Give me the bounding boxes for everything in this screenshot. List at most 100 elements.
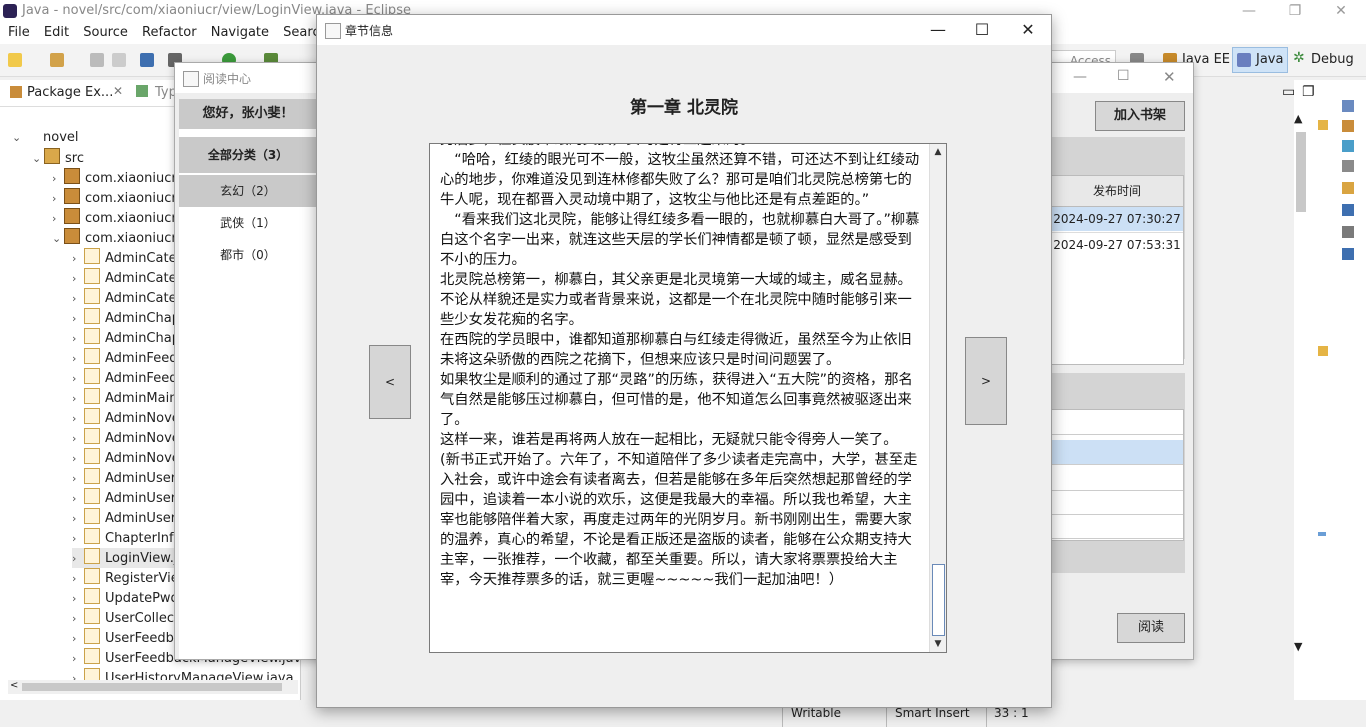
expand-icon[interactable]: › bbox=[72, 269, 84, 289]
scroll-left-icon[interactable]: < bbox=[10, 680, 18, 691]
minimize-view-icon[interactable]: ▭ bbox=[1282, 84, 1295, 100]
expand-icon[interactable]: › bbox=[72, 289, 84, 309]
expand-icon[interactable]: ⌄ bbox=[12, 128, 24, 148]
restore-button[interactable]: ❐ bbox=[1272, 0, 1318, 22]
rc-close-button[interactable]: ✕ bbox=[1163, 68, 1176, 86]
maximize-view-icon[interactable]: ❐ bbox=[1302, 84, 1315, 100]
tree-item[interactable]: › com.xiaoniucr.c bbox=[52, 168, 187, 188]
menu-navigate[interactable]: Navigate bbox=[211, 22, 269, 44]
tree-item[interactable]: › ChapterInfo bbox=[72, 528, 182, 548]
expand-icon[interactable]: › bbox=[72, 409, 84, 429]
expand-icon[interactable]: › bbox=[72, 329, 84, 349]
list-item[interactable] bbox=[1051, 490, 1183, 515]
previous-chapter-button[interactable]: < bbox=[369, 345, 411, 419]
tree-item[interactable]: › com.xiaoniucr.u bbox=[52, 208, 188, 228]
progress-view-icon[interactable] bbox=[1342, 226, 1354, 238]
tree-item[interactable]: › UpdatePwd bbox=[72, 588, 179, 608]
scroll-up-icon[interactable]: ▲ bbox=[930, 144, 946, 160]
expand-icon[interactable]: › bbox=[72, 489, 84, 509]
outline-icon[interactable] bbox=[1342, 100, 1354, 112]
expand-icon[interactable]: › bbox=[72, 349, 84, 369]
expand-icon[interactable]: › bbox=[52, 189, 64, 209]
expand-icon[interactable]: › bbox=[72, 529, 84, 549]
list-item[interactable] bbox=[1051, 440, 1183, 465]
tree-item[interactable]: › AdminCateg bbox=[72, 288, 185, 308]
list-item[interactable] bbox=[1051, 466, 1183, 491]
tree-item[interactable]: › AdminChap bbox=[72, 328, 180, 348]
read-button[interactable]: 阅读 bbox=[1117, 613, 1185, 643]
tree-item[interactable]: › AdminNove bbox=[72, 428, 180, 448]
search-view-icon[interactable] bbox=[1342, 182, 1354, 194]
category-xuanhuan[interactable]: 玄幻（2） bbox=[179, 175, 317, 207]
category-wuxia[interactable]: 武侠（1） bbox=[179, 207, 317, 239]
expand-icon[interactable]: › bbox=[72, 649, 84, 669]
expand-icon[interactable]: › bbox=[72, 309, 84, 329]
expand-icon[interactable]: ⌄ bbox=[52, 229, 64, 249]
expand-icon[interactable]: › bbox=[72, 369, 84, 389]
expand-icon[interactable]: ⌄ bbox=[32, 149, 44, 169]
next-chapter-button[interactable]: > bbox=[965, 337, 1007, 425]
scroll-up-icon[interactable]: ▲ bbox=[1294, 112, 1302, 125]
tree-item[interactable]: › AdminNove bbox=[72, 408, 180, 428]
save-icon[interactable] bbox=[90, 53, 104, 67]
scrollbar-thumb[interactable] bbox=[22, 683, 282, 691]
tree-item[interactable]: ⌄ novel bbox=[12, 128, 79, 148]
table-row[interactable]: 2024-09-27 07:30:27 bbox=[1051, 207, 1183, 231]
tab-package-explorer[interactable]: Package Ex... bbox=[27, 85, 113, 100]
console-icon[interactable] bbox=[140, 53, 154, 67]
column-publish-time[interactable]: 发布时间 bbox=[1051, 176, 1183, 207]
perspective-java[interactable]: Java bbox=[1256, 52, 1283, 67]
menu-source[interactable]: Source bbox=[83, 22, 128, 44]
cd-minimize-button[interactable]: — bbox=[915, 15, 961, 45]
menu-edit[interactable]: Edit bbox=[44, 22, 69, 44]
rc-maximize-button[interactable]: ☐ bbox=[1117, 68, 1130, 84]
expand-icon[interactable]: › bbox=[72, 429, 84, 449]
tree-item[interactable]: › AdminFeedl bbox=[72, 348, 181, 368]
expand-icon[interactable]: › bbox=[72, 389, 84, 409]
tree-item[interactable]: ⌄ src bbox=[32, 148, 84, 168]
tree-item[interactable]: › LoginView.ja bbox=[72, 548, 186, 569]
scroll-down-icon[interactable]: ▼ bbox=[930, 636, 946, 652]
declaration-icon[interactable] bbox=[1342, 160, 1354, 172]
tree-item[interactable]: › AdminCateg bbox=[72, 248, 185, 268]
tree-item[interactable]: › AdminUserl bbox=[72, 488, 180, 508]
expand-icon[interactable]: › bbox=[72, 249, 84, 269]
tree-item[interactable]: › AdminFeedl bbox=[72, 368, 181, 388]
expand-icon[interactable]: › bbox=[72, 509, 84, 529]
minimize-button[interactable]: — bbox=[1226, 0, 1272, 22]
perspective-debug[interactable]: Debug bbox=[1311, 52, 1354, 67]
cd-close-button[interactable]: ✕ bbox=[1005, 15, 1051, 45]
tree-item[interactable]: › AdminMain bbox=[72, 388, 177, 408]
tree-item[interactable]: ⌄ com.xiaoniucr.v bbox=[52, 228, 187, 248]
table-row[interactable]: 2024-09-27 07:53:31 bbox=[1051, 232, 1183, 257]
chapter-content-area[interactable]: 另后步，但实胶中眼的叉换，实习是背三趣采的。 “哈哈，红绫的眼光可不一般，这牧尘… bbox=[429, 143, 947, 653]
expand-icon[interactable]: › bbox=[72, 469, 84, 489]
editor-scroll-thumb[interactable] bbox=[1296, 132, 1306, 212]
expand-icon[interactable]: › bbox=[72, 569, 84, 589]
tree-item[interactable]: › AdminCateg bbox=[72, 268, 185, 288]
servers-view-icon[interactable] bbox=[1342, 248, 1354, 260]
scroll-down-icon[interactable]: ▼ bbox=[1294, 640, 1302, 653]
close-button[interactable]: ✕ bbox=[1318, 0, 1364, 22]
expand-icon[interactable]: › bbox=[72, 449, 84, 469]
horizontal-scrollbar[interactable]: < bbox=[8, 680, 298, 694]
tree-item[interactable]: › RegisterView bbox=[72, 568, 189, 588]
save-all-icon[interactable] bbox=[112, 53, 126, 67]
scrollbar-thumb[interactable] bbox=[932, 564, 945, 636]
all-categories-header[interactable]: 全部分类（3） bbox=[179, 137, 317, 173]
task-icon[interactable] bbox=[1342, 120, 1354, 132]
close-tab-icon[interactable]: ✕ bbox=[113, 84, 123, 98]
expand-icon[interactable]: › bbox=[72, 549, 84, 569]
add-to-bookshelf-button[interactable]: 加入书架 bbox=[1095, 101, 1185, 131]
tree-item[interactable]: › com.xiaoniucr.e bbox=[52, 188, 188, 208]
new-package-icon[interactable] bbox=[50, 53, 64, 67]
category-dushi[interactable]: 都市（0） bbox=[179, 239, 317, 271]
tree-item[interactable]: › AdminUserA bbox=[72, 468, 185, 488]
expand-icon[interactable]: › bbox=[72, 609, 84, 629]
console-view-icon[interactable] bbox=[1342, 204, 1354, 216]
cd-maximize-button[interactable]: ☐ bbox=[959, 15, 1005, 45]
list-item[interactable] bbox=[1051, 410, 1183, 435]
tree-item[interactable]: › AdminUserU bbox=[72, 508, 186, 528]
rc-minimize-button[interactable]: — bbox=[1073, 69, 1087, 85]
tree-item[interactable]: › AdminChap bbox=[72, 308, 180, 328]
